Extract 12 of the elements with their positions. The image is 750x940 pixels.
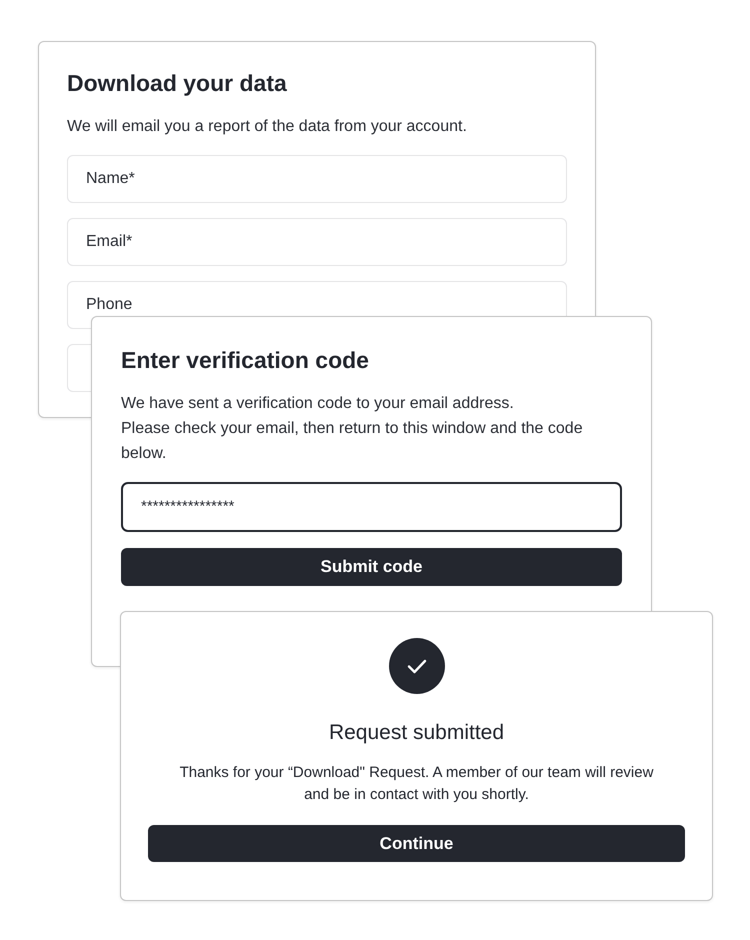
- input-field[interactable]: Email*: [67, 218, 567, 266]
- success-title: Request submitted: [328, 720, 504, 746]
- checkmark-icon: [388, 638, 444, 694]
- success-message: Thanks for your “Download" Request. A member of our team will review and be in contact with you shortly.: [178, 763, 654, 806]
- input-field[interactable]: Name*: [67, 154, 567, 203]
- card-description: We will email you a report of the data from your account.: [67, 116, 468, 137]
- card-description: We have sent a verification code to your email address. Please check your email, then return to this window and the code below.: [121, 394, 584, 464]
- card-title: Download your data: [67, 70, 288, 98]
- submit-button[interactable]: Submit code: [121, 548, 622, 586]
- continue-button[interactable]: Continue: [148, 825, 685, 862]
- code-field[interactable]: ****************: [121, 482, 622, 532]
- card-title: Enter verification code: [121, 347, 370, 375]
